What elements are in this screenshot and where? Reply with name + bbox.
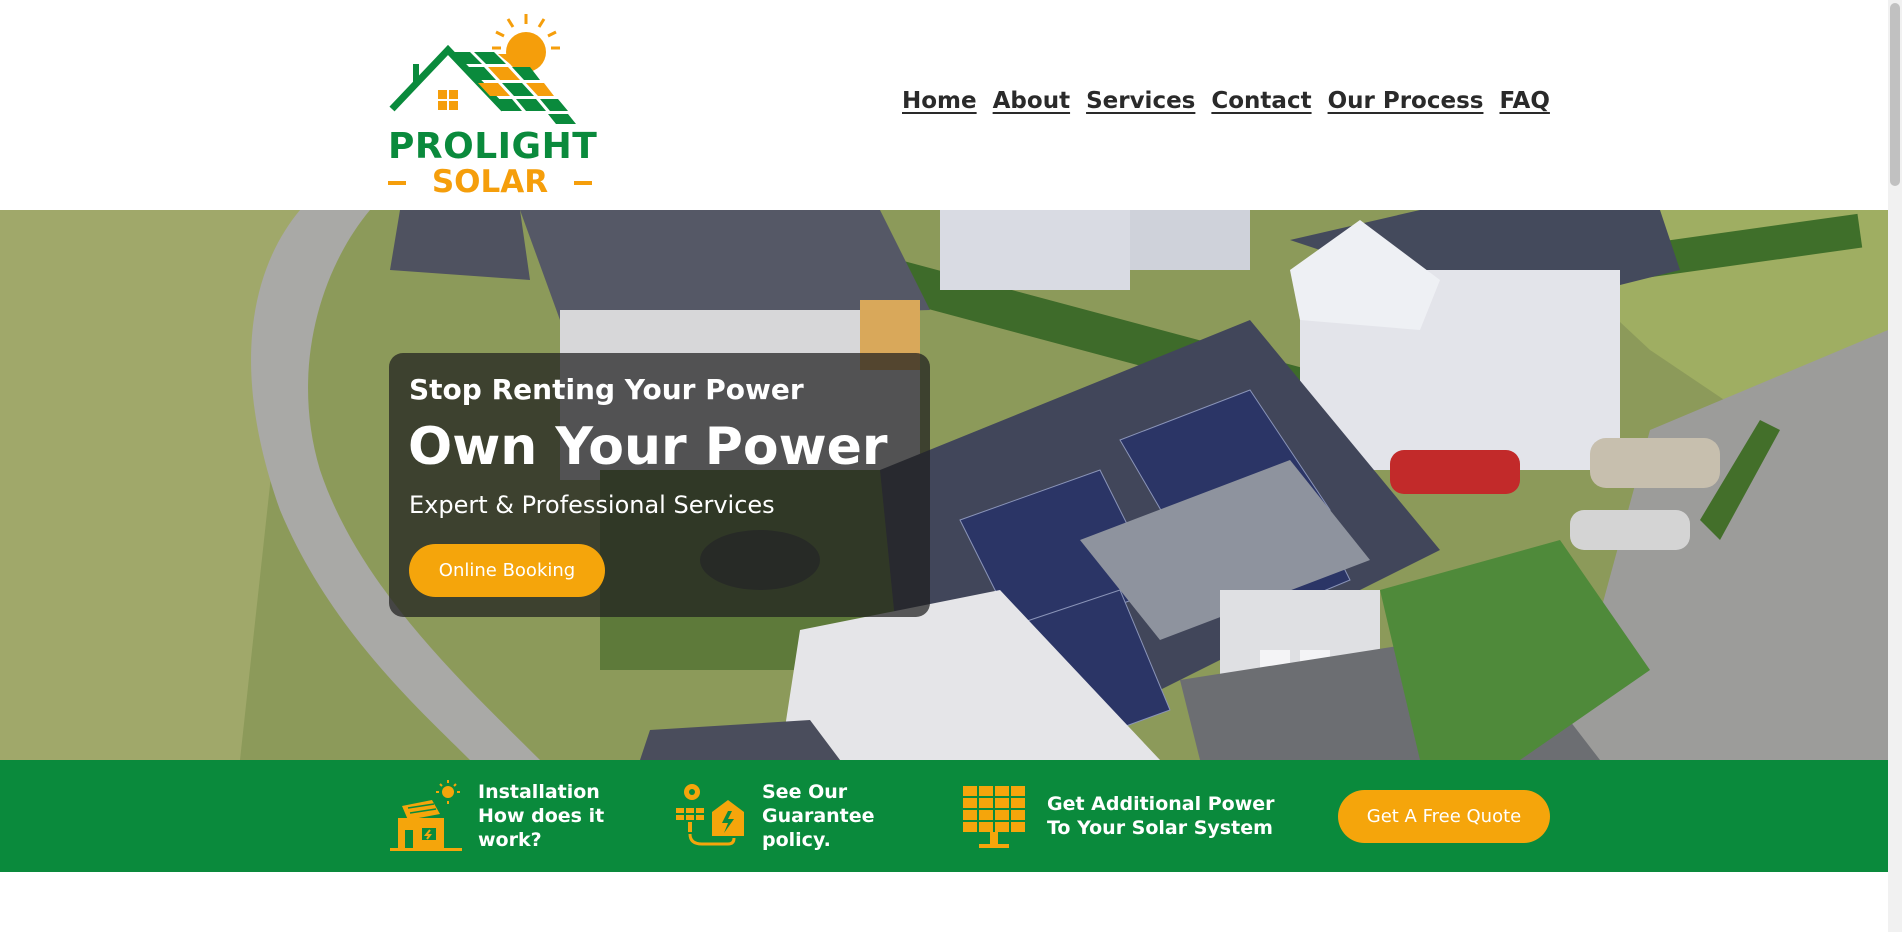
solar-panel-icon [963,786,1025,848]
nav-link-contact[interactable]: Contact [1211,88,1311,122]
feature-guarantee-text: See Our Guarantee policy. [762,780,875,852]
nav-link-faq[interactable]: FAQ [1499,88,1549,122]
feature-additional-power-text: Get Additional Power To Your Solar Syste… [1047,792,1275,840]
feature-line: policy. [762,829,831,851]
feature-line: work? [478,829,542,851]
logo-dash-right [574,181,592,185]
hero-card: Stop Renting Your Power Own Your Power E… [389,353,930,617]
feature-strip: Installation How does it work? See Our G… [0,760,1888,872]
feature-line: See Our [762,781,848,803]
feature-additional-power[interactable]: Get Additional Power To Your Solar Syste… [957,760,1275,872]
page-scrollbar[interactable] [1888,0,1902,932]
nav-link-our-process[interactable]: Our Process [1328,88,1484,122]
hero-title: Own Your Power [408,417,888,477]
get-free-quote-button[interactable]: Get A Free Quote [1338,790,1550,843]
logo-house-sun-icon [389,14,576,124]
hero-section: Stop Renting Your Power Own Your Power E… [0,210,1888,760]
feature-installation[interactable]: Installation How does it work? [388,760,604,872]
site-header: PROLIGHT SOLAR Home About Services Conta… [0,0,1888,210]
main-nav: Home About Services Contact Our Process … [902,88,1550,122]
guarantee-solar-icon [676,784,744,846]
nav-link-home[interactable]: Home [902,88,977,122]
online-booking-button[interactable]: Online Booking [409,544,605,597]
hero-background-image [0,210,1888,760]
solar-house-icon [390,780,462,851]
feature-line: Get Additional Power [1047,793,1275,815]
feature-line: How does it [478,805,605,827]
feature-installation-text: Installation How does it work? [478,780,604,852]
feature-line: To Your Solar System [1047,817,1273,839]
nav-link-services[interactable]: Services [1086,88,1195,122]
logo-wordmark-line2: SOLAR [431,164,549,200]
feature-line: Guarantee [762,805,875,827]
prolight-solar-logo[interactable]: PROLIGHT SOLAR [388,14,598,200]
hero-subtitle: Expert & Professional Services [409,491,775,519]
logo-wordmark-line1: PROLIGHT [388,126,598,167]
hero-kicker: Stop Renting Your Power [409,373,804,406]
feature-guarantee[interactable]: See Our Guarantee policy. [672,760,875,872]
scrollbar-thumb[interactable] [1890,3,1900,186]
feature-line: Installation [478,781,600,803]
nav-link-about[interactable]: About [993,88,1070,122]
